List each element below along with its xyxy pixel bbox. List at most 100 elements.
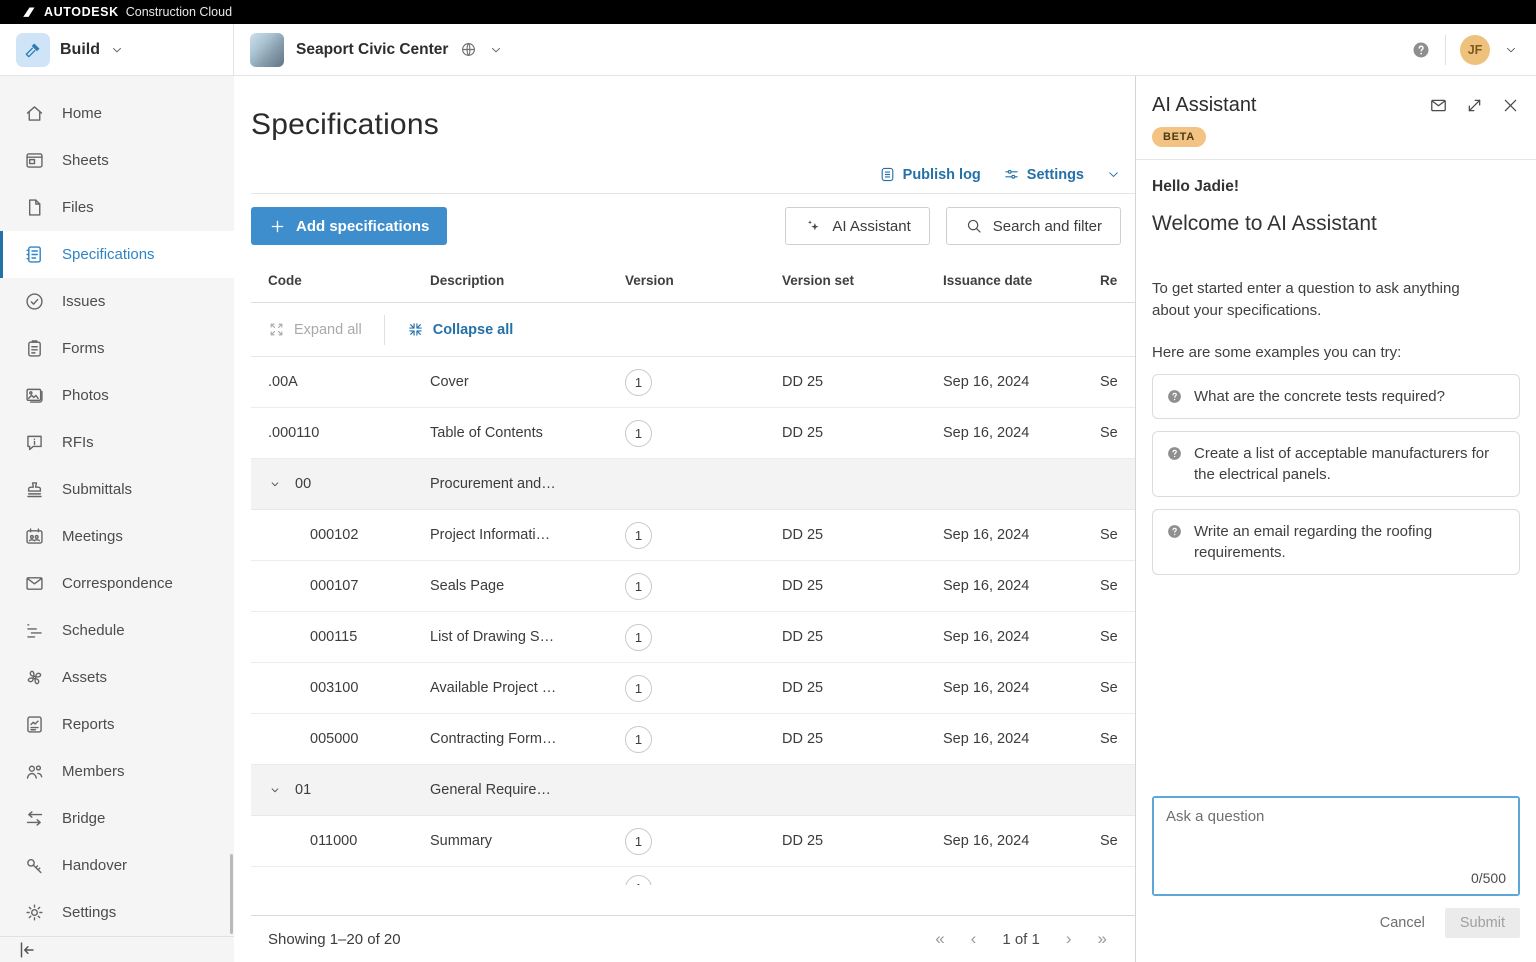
sidebar-nav: HomeSheets Files SpecificationsIssuesForms… bbox=[0, 76, 234, 936]
column-code[interactable]: Code bbox=[268, 273, 430, 288]
column-version-set[interactable]: Version set bbox=[782, 273, 943, 288]
handover-icon bbox=[24, 855, 45, 876]
sidebar-item-label: Meetings bbox=[62, 528, 123, 545]
sidebar-item-home[interactable]: Home bbox=[0, 90, 234, 137]
example-question-card[interactable]: What are the concrete tests required? bbox=[1152, 374, 1520, 419]
table-group-row[interactable]: 00Procurement and… bbox=[251, 459, 1135, 510]
issues-icon bbox=[24, 291, 45, 312]
version-chip[interactable]: 1 bbox=[625, 624, 652, 651]
account-chevron-icon[interactable] bbox=[1504, 43, 1518, 57]
project-chevron-icon[interactable] bbox=[489, 43, 503, 57]
group-code: 01 bbox=[295, 782, 311, 798]
globe-icon bbox=[460, 41, 477, 58]
example-question-card[interactable]: Create a list of acceptable manufacturer… bbox=[1152, 431, 1520, 497]
column-issuance-date[interactable]: Issuance date bbox=[943, 273, 1100, 288]
version-chip[interactable]: 1 bbox=[625, 726, 652, 753]
row-description: Project Informati… bbox=[430, 527, 625, 543]
add-specifications-button[interactable]: Add specifications bbox=[251, 207, 447, 245]
avatar[interactable]: JF bbox=[1460, 35, 1490, 65]
sidebar-item-label: Bridge bbox=[62, 810, 105, 827]
collapse-all-button[interactable]: Collapse all bbox=[407, 321, 514, 338]
version-chip[interactable]: 1 bbox=[625, 828, 652, 855]
sidebar-item-specifications[interactable]: Specifications bbox=[0, 231, 234, 278]
row-issuance-date: Sep 16, 2024 bbox=[943, 833, 1100, 849]
prev-page-button[interactable]: ‹ bbox=[971, 929, 977, 949]
char-counter: 0/500 bbox=[1471, 870, 1506, 886]
sidebar-item-meetings[interactable]: Meetings bbox=[0, 513, 234, 560]
sheets-icon bbox=[24, 150, 45, 171]
table-row[interactable]: .00ACover1DD 25Sep 16, 2024Se bbox=[251, 357, 1135, 408]
sidebar-item-forms[interactable]: Forms bbox=[0, 325, 234, 372]
submit-button[interactable]: Submit bbox=[1445, 908, 1520, 938]
table-row[interactable]: 000115List of Drawing S…1DD 25Sep 16, 20… bbox=[251, 612, 1135, 663]
version-chip[interactable]: 1 bbox=[625, 875, 652, 885]
table-row[interactable]: 000107Seals Page1DD 25Sep 16, 2024Se bbox=[251, 561, 1135, 612]
version-chip[interactable]: 1 bbox=[625, 522, 652, 549]
row-extra: Se bbox=[1100, 833, 1135, 849]
sidebar-scrollbar[interactable] bbox=[230, 854, 233, 934]
sidebar-item-issues[interactable]: Issues bbox=[0, 278, 234, 325]
column-extra[interactable]: Re bbox=[1100, 273, 1135, 288]
next-page-button[interactable]: › bbox=[1066, 929, 1072, 949]
page-indicator: 1 of 1 bbox=[1002, 931, 1040, 948]
module-switcher[interactable]: Build bbox=[0, 24, 234, 75]
sidebar-item-settings[interactable]: Settings bbox=[0, 889, 234, 936]
table-row[interactable]: 011000Summary1DD 25Sep 16, 2024Se bbox=[251, 816, 1135, 867]
table-row[interactable]: 005000Contracting Form…1DD 25Sep 16, 202… bbox=[251, 714, 1135, 765]
example-question-card[interactable]: Write an email regarding the roofing req… bbox=[1152, 509, 1520, 575]
publish-log-link[interactable]: Publish log bbox=[879, 166, 981, 183]
row-version-set: DD 25 bbox=[782, 425, 943, 441]
help-icon[interactable] bbox=[1411, 40, 1431, 60]
table-group-row[interactable]: 01 General Require… bbox=[251, 765, 1135, 816]
table-row[interactable]: 000102Project Informati…1DD 25Sep 16, 20… bbox=[251, 510, 1135, 561]
table-row[interactable]: 003100Available Project …1DD 25Sep 16, 2… bbox=[251, 663, 1135, 714]
sidebar-item-sheets[interactable]: Sheets bbox=[0, 137, 234, 184]
last-page-button[interactable]: » bbox=[1098, 929, 1107, 949]
mail-icon[interactable] bbox=[1429, 96, 1448, 115]
expand-all-button[interactable]: Expand all bbox=[268, 321, 362, 338]
cancel-button[interactable]: Cancel bbox=[1380, 915, 1425, 931]
sidebar-item-photos[interactable]: Photos bbox=[0, 372, 234, 419]
settings-link[interactable]: Settings bbox=[1003, 166, 1084, 183]
files-icon bbox=[24, 197, 45, 218]
version-chip[interactable]: 1 bbox=[625, 369, 652, 396]
ai-assistant-button[interactable]: AI Assistant bbox=[785, 207, 929, 245]
chevron-down-icon[interactable] bbox=[268, 477, 282, 491]
column-description[interactable]: Description bbox=[430, 273, 625, 288]
sidebar-item-rfis[interactable]: RFIs bbox=[0, 419, 234, 466]
sidebar-item-label: Files bbox=[62, 199, 94, 216]
version-chip[interactable]: 1 bbox=[625, 573, 652, 600]
sidebar-item-correspondence[interactable]: Correspondence bbox=[0, 560, 234, 607]
publish-log-icon bbox=[879, 166, 896, 183]
sidebar-item-label: Members bbox=[62, 763, 125, 780]
expand-panel-icon[interactable] bbox=[1465, 96, 1484, 115]
table-row-partial[interactable]: 1 bbox=[251, 867, 1135, 885]
collapse-sidebar-icon[interactable] bbox=[16, 939, 38, 961]
sidebar-item-schedule[interactable]: Schedule bbox=[0, 607, 234, 654]
settings-chevron-icon[interactable] bbox=[1106, 167, 1121, 182]
sidebar-item-submittals[interactable]: Submittals bbox=[0, 466, 234, 513]
group-description: General Require… bbox=[430, 782, 625, 798]
sidebar-item-files[interactable]: Files bbox=[0, 184, 234, 231]
module-chevron-icon[interactable] bbox=[110, 43, 124, 57]
column-version[interactable]: Version bbox=[625, 273, 782, 288]
search-and-filter-button[interactable]: Search and filter bbox=[946, 207, 1121, 245]
sidebar-item-bridge[interactable]: Bridge bbox=[0, 795, 234, 842]
chevron-down-icon[interactable] bbox=[268, 783, 282, 797]
sidebar-item-handover[interactable]: Handover bbox=[0, 842, 234, 889]
sidebar-item-label: Photos bbox=[62, 387, 109, 404]
version-chip[interactable]: 1 bbox=[625, 420, 652, 447]
sidebar-item-members[interactable]: Members bbox=[0, 748, 234, 795]
sliders-icon bbox=[1003, 166, 1020, 183]
first-page-button[interactable]: « bbox=[935, 929, 944, 949]
version-chip[interactable]: 1 bbox=[625, 675, 652, 702]
expand-all-icon bbox=[268, 321, 285, 338]
project-selector[interactable]: Seaport Civic Center bbox=[250, 33, 503, 67]
question-input[interactable] bbox=[1154, 798, 1518, 894]
table-row[interactable]: .000110Table of Contents1DD 25Sep 16, 20… bbox=[251, 408, 1135, 459]
sidebar-item-assets[interactable]: Assets bbox=[0, 654, 234, 701]
sidebar-item-reports[interactable]: Reports bbox=[0, 701, 234, 748]
showing-count: Showing 1–20 of 20 bbox=[268, 931, 401, 948]
close-icon[interactable] bbox=[1501, 96, 1520, 115]
row-extra: Se bbox=[1100, 680, 1135, 696]
